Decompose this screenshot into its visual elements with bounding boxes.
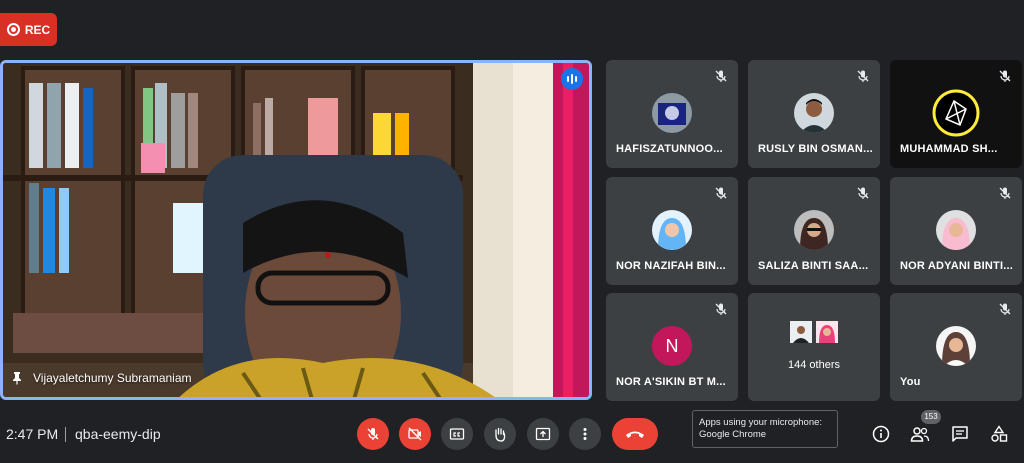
participant-name: RUSLY BIN OSMAN... bbox=[758, 143, 872, 155]
recording-label: REC bbox=[24, 22, 51, 37]
participant-name: SALIZA BINTI SAA... bbox=[758, 260, 869, 272]
participant-name: You bbox=[900, 376, 921, 388]
camera-toggle-button[interactable] bbox=[399, 418, 431, 450]
self-tile[interactable]: You bbox=[890, 293, 1022, 401]
participant-avatar bbox=[794, 210, 834, 250]
others-tile[interactable]: 144 others bbox=[748, 293, 880, 401]
participant-avatar bbox=[936, 326, 976, 366]
divider bbox=[65, 427, 66, 442]
main-speaker-name: Vijayaletchumy Subramaniam bbox=[33, 371, 192, 385]
participant-avatar bbox=[652, 210, 692, 250]
activities-button[interactable] bbox=[989, 424, 1009, 444]
participant-tile[interactable]: SALIZA BINTI SAA... bbox=[748, 177, 880, 285]
mic-off-icon bbox=[999, 303, 1011, 315]
participant-name: NOR A'SIKIN BT M... bbox=[616, 376, 726, 388]
microphone-usage-tooltip: Apps using your microphone: Google Chrom… bbox=[692, 410, 838, 448]
speaker-video bbox=[3, 63, 589, 397]
mic-off-icon bbox=[857, 70, 869, 82]
pin-icon[interactable] bbox=[11, 371, 23, 385]
captions-icon bbox=[449, 428, 465, 440]
chat-button[interactable] bbox=[950, 424, 970, 444]
speaking-indicator-icon bbox=[561, 68, 583, 90]
clock-time: 2:47 PM bbox=[6, 426, 59, 442]
participant-name: HAFISZATUNNOO... bbox=[616, 143, 723, 155]
more-options-button[interactable] bbox=[569, 418, 601, 450]
participant-avatar bbox=[652, 93, 692, 133]
participant-name: NOR ADYANI BINTI... bbox=[900, 260, 1013, 272]
meeting-details-button[interactable] bbox=[871, 424, 891, 444]
record-icon bbox=[6, 23, 20, 36]
microphone-toggle-button[interactable] bbox=[357, 418, 389, 450]
mic-off-icon bbox=[999, 70, 1011, 82]
participant-initial-avatar: N bbox=[652, 326, 692, 366]
tooltip-line-1: Apps using your microphone: bbox=[699, 417, 823, 428]
present-icon bbox=[535, 427, 551, 441]
hang-up-icon bbox=[626, 431, 644, 438]
participant-avatar bbox=[790, 321, 812, 343]
participant-tile[interactable]: NOR ADYANI BINTI... bbox=[890, 177, 1022, 285]
participant-name: MUHAMMAD SH... bbox=[900, 143, 998, 155]
participant-avatar bbox=[936, 210, 976, 250]
present-screen-button[interactable] bbox=[527, 418, 559, 450]
participant-logo-icon bbox=[932, 89, 980, 137]
raise-hand-button[interactable] bbox=[484, 418, 516, 450]
mic-off-icon bbox=[367, 428, 379, 440]
participant-tile[interactable]: N NOR A'SIKIN BT M... bbox=[606, 293, 738, 401]
captions-button[interactable] bbox=[441, 418, 473, 450]
participant-tile[interactable]: NOR NAZIFAH BIN... bbox=[606, 177, 738, 285]
others-avatars bbox=[790, 321, 838, 343]
mic-off-icon bbox=[715, 187, 727, 199]
main-speaker-tile[interactable]: Vijayaletchumy Subramaniam bbox=[0, 60, 592, 400]
people-button[interactable] bbox=[910, 424, 930, 444]
meeting-code: qba-eemy-dip bbox=[75, 426, 161, 442]
hand-icon bbox=[495, 427, 506, 442]
people-icon bbox=[910, 427, 930, 442]
recording-badge: REC bbox=[0, 13, 57, 46]
participant-avatar bbox=[794, 93, 834, 133]
participant-name: NOR NAZIFAH BIN... bbox=[616, 260, 726, 272]
more-vert-icon bbox=[583, 428, 587, 440]
participant-tile[interactable]: MUHAMMAD SH... bbox=[890, 60, 1022, 168]
info-icon bbox=[872, 425, 890, 443]
others-count-label: 144 others bbox=[788, 359, 840, 371]
participant-count-badge: 153 bbox=[921, 410, 941, 424]
mic-off-icon bbox=[715, 303, 727, 315]
participant-tile[interactable]: RUSLY BIN OSMAN... bbox=[748, 60, 880, 168]
mic-off-icon bbox=[715, 70, 727, 82]
activities-icon bbox=[991, 425, 1008, 442]
main-speaker-label: Vijayaletchumy Subramaniam bbox=[11, 371, 192, 385]
chat-icon bbox=[952, 426, 968, 442]
camera-off-icon bbox=[408, 427, 422, 441]
tooltip-line-2: Google Chrome bbox=[699, 429, 767, 440]
mic-off-icon bbox=[999, 187, 1011, 199]
participant-avatar bbox=[816, 321, 838, 343]
mic-off-icon bbox=[857, 187, 869, 199]
leave-call-button[interactable] bbox=[612, 418, 658, 450]
participant-tile[interactable]: HAFISZATUNNOO... bbox=[606, 60, 738, 168]
